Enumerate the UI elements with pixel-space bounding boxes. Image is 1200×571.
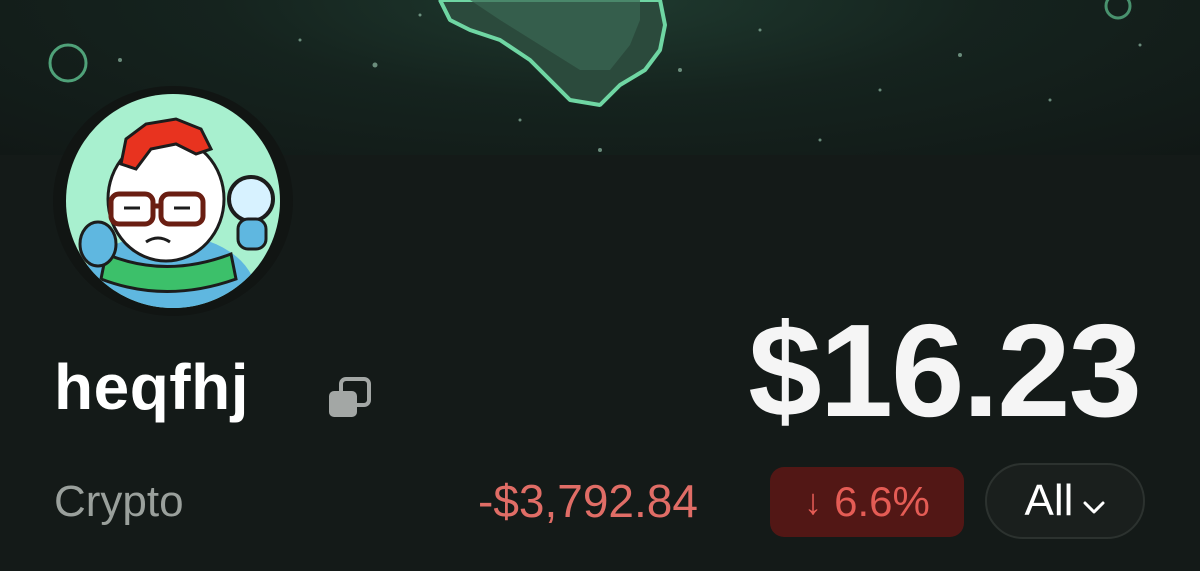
username: heqfhj (54, 351, 249, 423)
change-amount: -$3,792.84 (478, 475, 698, 527)
portfolio-balance: $16.23 (748, 297, 1142, 444)
chevron-down-icon (1083, 476, 1105, 526)
change-percent-badge: ↓ 6.6% (770, 467, 964, 537)
avatar[interactable] (53, 86, 293, 316)
time-range-select[interactable]: All (985, 463, 1145, 539)
avatar-image (66, 94, 280, 308)
time-range-label: All (1024, 476, 1074, 525)
copy-icon[interactable] (327, 377, 373, 421)
arrow-down-icon: ↓ (804, 481, 823, 522)
profile-page: heqfhj Crypto $16.23 -$3,792.84 ↓ 6.6% A… (0, 0, 1200, 571)
profile-category: Crypto (54, 477, 184, 526)
egg-character-icon (76, 117, 275, 308)
change-percent: 6.6% (834, 478, 930, 525)
